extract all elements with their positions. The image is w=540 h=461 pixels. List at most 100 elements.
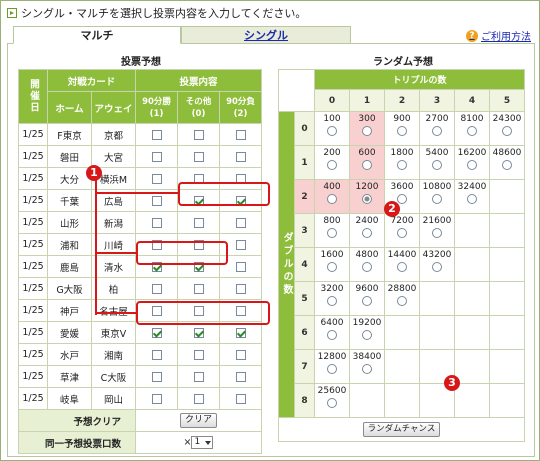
combo-radio[interactable] (397, 296, 407, 306)
lose-checkbox[interactable] (235, 151, 246, 162)
combo-radio[interactable] (362, 126, 372, 136)
grid-row: 7 12800 38400 (279, 349, 525, 384)
combo-radio[interactable] (362, 364, 372, 374)
other-checkbox[interactable] (193, 129, 204, 140)
header-date: 開催日 (18, 69, 48, 124)
win-checkbox[interactable] (151, 129, 162, 140)
combo-radio[interactable] (327, 160, 337, 170)
win-checkbox[interactable] (151, 151, 162, 162)
win-checkbox[interactable] (151, 327, 162, 338)
win-checkbox[interactable] (151, 195, 162, 206)
combo-count: 3200 (320, 284, 344, 294)
combo-count: 5400 (425, 148, 449, 158)
combo-radio[interactable] (362, 194, 372, 204)
combo-radio[interactable] (502, 160, 512, 170)
double-row-header: 7 (294, 349, 315, 384)
combo-count: 2400 (355, 216, 379, 226)
combo-count: 24300 (492, 114, 522, 124)
combo-radio[interactable] (502, 126, 512, 136)
combo-count: 600 (358, 148, 376, 158)
lose-checkbox[interactable] (235, 239, 246, 250)
combo-count: 48600 (492, 148, 522, 158)
lose-checkbox[interactable] (235, 261, 246, 272)
combo-radio[interactable] (362, 262, 372, 272)
combo-radio[interactable] (327, 126, 337, 136)
combo-count: 9600 (355, 284, 379, 294)
away-team: C大阪 (91, 365, 136, 388)
connector-line (95, 177, 97, 315)
other-checkbox[interactable] (193, 393, 204, 404)
combo-radio[interactable] (397, 228, 407, 238)
combo-radio[interactable] (327, 262, 337, 272)
multiplier-label: 同一予想投票口数 (18, 431, 136, 454)
tab-single[interactable]: シングル (181, 26, 351, 44)
win-checkbox[interactable] (151, 173, 162, 184)
combo-radio[interactable] (327, 228, 337, 238)
lose-checkbox[interactable] (235, 283, 246, 294)
help-link[interactable]: ? ご利用方法 (466, 28, 531, 43)
combo-radio[interactable] (327, 296, 337, 306)
other-checkbox[interactable] (193, 349, 204, 360)
win-checkbox[interactable] (151, 283, 162, 294)
combo-radio[interactable] (397, 126, 407, 136)
win-checkbox[interactable] (151, 349, 162, 360)
combo-radio[interactable] (432, 126, 442, 136)
home-team: 岐阜 (47, 387, 92, 410)
combo-radio[interactable] (362, 296, 372, 306)
lose-checkbox[interactable] (235, 393, 246, 404)
marker-2: 2 (384, 201, 400, 217)
combo-radio[interactable] (432, 262, 442, 272)
grid-row: 4 1600 4800 14400 43200 (279, 247, 525, 282)
empty-cell (489, 213, 525, 248)
header-match: 対戦カード (47, 69, 136, 92)
table-row: 1/25 草津 C大阪 (18, 365, 262, 388)
lose-checkbox[interactable] (235, 217, 246, 228)
triple-col-header: 1 (349, 89, 385, 112)
tab-multi[interactable]: マルチ (13, 26, 181, 44)
combo-radio[interactable] (327, 398, 337, 408)
clear-label: 予想クリア (18, 409, 136, 432)
combo-radio[interactable] (467, 194, 477, 204)
double-row-header: 2 (294, 179, 315, 214)
win-checkbox[interactable] (151, 371, 162, 382)
match-date: 1/25 (18, 123, 48, 146)
combo-radio[interactable] (467, 160, 477, 170)
match-date: 1/25 (18, 189, 48, 212)
combo-radio[interactable] (397, 262, 407, 272)
home-team: 千葉 (47, 189, 92, 212)
connector-line (95, 192, 179, 194)
other-checkbox[interactable] (193, 217, 204, 228)
combo-radio[interactable] (362, 160, 372, 170)
random-chance-button[interactable]: ランダムチャンス (362, 422, 441, 437)
combo-radio[interactable] (362, 228, 372, 238)
win-checkbox[interactable] (151, 217, 162, 228)
combo-radio[interactable] (432, 194, 442, 204)
lose-checkbox[interactable] (235, 371, 246, 382)
multiplier-select[interactable]: 1 (191, 436, 214, 449)
combo-count: 1800 (390, 148, 414, 158)
clear-button[interactable]: クリア (179, 413, 217, 428)
combo-radio[interactable] (397, 194, 407, 204)
combo-radio[interactable] (432, 228, 442, 238)
win-checkbox[interactable] (151, 393, 162, 404)
other-checkbox[interactable] (193, 151, 204, 162)
combo-radio[interactable] (467, 126, 477, 136)
other-checkbox[interactable] (193, 371, 204, 382)
match-date: 1/25 (18, 321, 48, 344)
lose-checkbox[interactable] (235, 129, 246, 140)
double-row-header: 5 (294, 281, 315, 316)
combo-radio[interactable] (327, 194, 337, 204)
lose-checkbox[interactable] (235, 327, 246, 338)
combo-radio[interactable] (327, 364, 337, 374)
other-checkbox[interactable] (193, 283, 204, 294)
match-date: 1/25 (18, 277, 48, 300)
combo-radio[interactable] (432, 160, 442, 170)
combo-radio[interactable] (397, 160, 407, 170)
header-other: その他 (0) (177, 91, 220, 124)
combo-radio[interactable] (362, 330, 372, 340)
combo-radio[interactable] (327, 330, 337, 340)
combo-count: 7200 (390, 216, 414, 226)
other-checkbox[interactable] (193, 327, 204, 338)
header-win: 90分勝 (1) (135, 91, 178, 124)
lose-checkbox[interactable] (235, 349, 246, 360)
